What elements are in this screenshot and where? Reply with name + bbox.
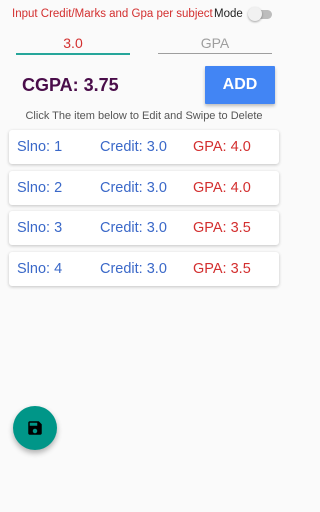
hint-text: Click The item below to Edit and Swipe t… xyxy=(25,110,263,122)
row-credit: Credit: 3.0 xyxy=(100,260,167,277)
subject-row[interactable]: Slno: 3 Credit: 3.0 GPA: 3.5 xyxy=(9,211,279,245)
row-slno: Slno: 1 xyxy=(17,139,63,155)
mode-toggle[interactable] xyxy=(248,7,272,21)
save-fab-button[interactable] xyxy=(13,406,57,450)
instruction-text: Input Credit/Marks and Gpa per subject xyxy=(12,8,213,20)
subject-list: Slno: 1 Credit: 3.0 GPA: 4.0 Slno: 2 Cre… xyxy=(9,130,279,292)
save-icon xyxy=(28,421,42,435)
row-credit: Credit: 3.0 xyxy=(100,139,167,155)
row-gpa: GPA: 3.5 xyxy=(193,260,251,277)
row-slno: Slno: 3 xyxy=(17,220,63,236)
mode-label: Mode xyxy=(214,8,243,20)
row-credit: Credit: 3.0 xyxy=(100,179,167,196)
add-button[interactable]: ADD xyxy=(205,66,275,104)
subject-row[interactable]: Slno: 2 Credit: 3.0 GPA: 4.0 xyxy=(9,170,279,205)
toggle-thumb xyxy=(248,7,262,21)
row-gpa: GPA: 3.5 xyxy=(193,220,251,236)
subject-row[interactable]: Slno: 1 Credit: 3.0 GPA: 4.0 xyxy=(9,130,279,164)
row-credit: Credit: 3.0 xyxy=(100,220,167,236)
row-slno: Slno: 2 xyxy=(17,179,63,196)
gpa-input[interactable] xyxy=(158,33,272,54)
credit-input[interactable] xyxy=(16,33,130,55)
cgpa-result: CGPA: 3.75 xyxy=(22,75,119,95)
header-bar: Input Credit/Marks and Gpa per subject M… xyxy=(0,0,288,30)
subject-row[interactable]: Slno: 4 Credit: 3.0 GPA: 3.5 xyxy=(9,251,279,286)
row-gpa: GPA: 4.0 xyxy=(193,139,251,155)
row-slno: Slno: 4 xyxy=(17,260,63,277)
row-gpa: GPA: 4.0 xyxy=(193,179,251,196)
